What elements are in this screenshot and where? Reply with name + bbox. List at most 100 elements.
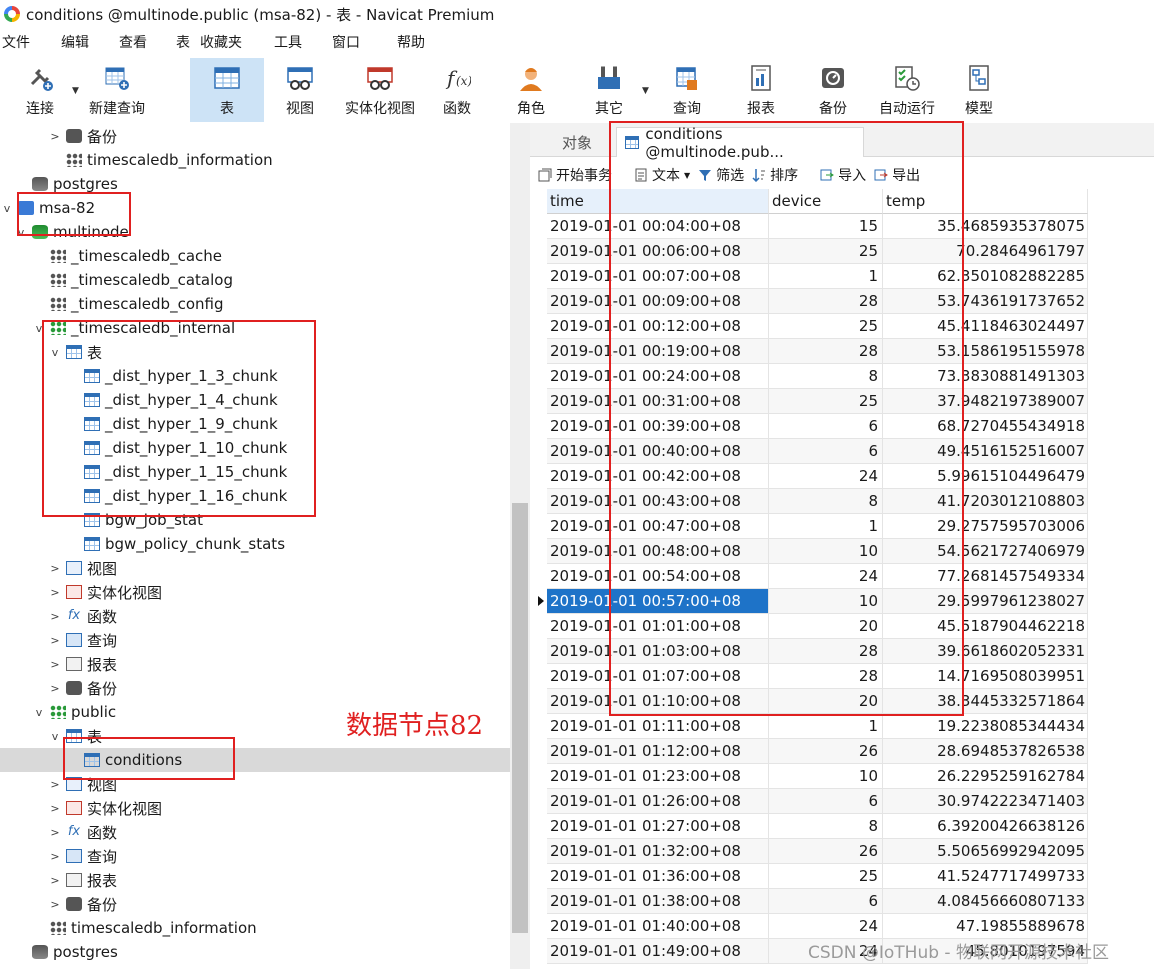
tree-item-tables[interactable]: v表: [48, 724, 102, 748]
report-tool-button[interactable]: 报表: [734, 58, 788, 122]
tree-scrollbar[interactable]: [510, 123, 530, 969]
table-row[interactable]: 2019-01-01 00:43:00+08 8 41.7203012108803: [530, 489, 1090, 514]
row-gutter[interactable]: [530, 514, 547, 539]
tree-item-mviews[interactable]: > 实体化视图: [48, 580, 162, 604]
other-tool-button[interactable]: 其它: [582, 58, 636, 122]
table-cell[interactable]: 41.7203012108803: [883, 489, 1088, 514]
filter-button[interactable]: 筛选: [698, 165, 744, 185]
table-cell[interactable]: 45.4118463024497: [883, 314, 1088, 339]
table-cell[interactable]: 28: [769, 639, 883, 664]
table-cell[interactable]: 10: [769, 764, 883, 789]
row-gutter[interactable]: [530, 889, 547, 914]
table-cell[interactable]: 2019-01-01 00:07:00+08: [547, 264, 769, 289]
menu-view[interactable]: 查看: [119, 32, 147, 52]
table-cell[interactable]: 19.2238085344434: [883, 714, 1088, 739]
table-cell[interactable]: 2019-01-01 01:32:00+08: [547, 839, 769, 864]
table-tool-button[interactable]: 表: [190, 58, 264, 122]
tree-item-queries[interactable]: > 查询: [48, 628, 117, 652]
sort-button[interactable]: 排序: [752, 165, 798, 185]
row-gutter[interactable]: [530, 839, 547, 864]
chevron-right-icon[interactable]: >: [48, 778, 62, 791]
table-cell[interactable]: 35.4685935378075: [883, 214, 1088, 239]
table-cell[interactable]: 2019-01-01 00:48:00+08: [547, 539, 769, 564]
tree-item-tables[interactable]: v表: [48, 340, 102, 364]
table-cell[interactable]: 6.39200426638126: [883, 814, 1088, 839]
chevron-down-icon[interactable]: v: [32, 322, 46, 335]
tree-item-functions[interactable]: > fx 函数: [48, 604, 117, 628]
table-row[interactable]: 2019-01-01 01:32:00+08 26 5.50656992942095: [530, 839, 1090, 864]
table-cell[interactable]: 2019-01-01 01:03:00+08: [547, 639, 769, 664]
tree-item-functions[interactable]: > fx 函数: [48, 820, 117, 844]
table-cell[interactable]: 15: [769, 214, 883, 239]
table-row[interactable]: 2019-01-01 01:38:00+08 6 4.08456660807133: [530, 889, 1090, 914]
table-cell[interactable]: 20: [769, 689, 883, 714]
table-cell[interactable]: 41.5247717499733: [883, 864, 1088, 889]
menu-table[interactable]: 表: [176, 32, 190, 52]
table-cell[interactable]: 2019-01-01 00:54:00+08: [547, 564, 769, 589]
table-cell[interactable]: 2019-01-01 01:38:00+08: [547, 889, 769, 914]
query-tool-button[interactable]: 查询: [660, 58, 714, 122]
table-cell[interactable]: 5.99615104496479: [883, 464, 1088, 489]
text-button[interactable]: 文本 ▼: [634, 165, 690, 185]
row-gutter[interactable]: [530, 264, 547, 289]
table-cell[interactable]: 54.5621727406979: [883, 539, 1088, 564]
tree-item-schema-public[interactable]: v public: [32, 700, 116, 724]
row-gutter[interactable]: [530, 414, 547, 439]
table-cell[interactable]: 6: [769, 789, 883, 814]
table-row[interactable]: 2019-01-01 00:48:00+08 10 54.5621727406979: [530, 539, 1090, 564]
table-cell[interactable]: 37.9482197389007: [883, 389, 1088, 414]
table-row[interactable]: 2019-01-01 01:36:00+08 25 41.5247717499733: [530, 864, 1090, 889]
table-cell[interactable]: 6: [769, 889, 883, 914]
table-cell[interactable]: 39.6618602052331: [883, 639, 1088, 664]
row-gutter[interactable]: [530, 914, 547, 939]
table-row[interactable]: 2019-01-01 00:42:00+08 24 5.99615104496479: [530, 464, 1090, 489]
table-cell[interactable]: 2019-01-01 01:49:00+08: [547, 939, 769, 964]
table-cell[interactable]: 4.08456660807133: [883, 889, 1088, 914]
menu-file[interactable]: 文件: [2, 32, 30, 52]
tree-item-conditions[interactable]: conditions: [0, 748, 510, 772]
table-cell[interactable]: 14.7169508039951: [883, 664, 1088, 689]
tree-item-postgres[interactable]: postgres: [32, 940, 118, 964]
row-gutter[interactable]: [530, 939, 547, 964]
role-tool-button[interactable]: 角色: [506, 58, 556, 122]
table-cell[interactable]: 26: [769, 739, 883, 764]
row-gutter[interactable]: [530, 589, 547, 614]
table-row[interactable]: 2019-01-01 01:03:00+08 28 39.6618602052331: [530, 639, 1090, 664]
chevron-down-icon[interactable]: v: [32, 706, 46, 719]
table-cell[interactable]: 25: [769, 389, 883, 414]
table-cell[interactable]: 26: [769, 839, 883, 864]
tree-item-mviews[interactable]: > 实体化视图: [48, 796, 162, 820]
table-cell[interactable]: 8: [769, 814, 883, 839]
table-cell[interactable]: 2019-01-01 00:47:00+08: [547, 514, 769, 539]
tree-item-reports[interactable]: > 报表: [48, 652, 117, 676]
tree-item-schema-catalog[interactable]: _timescaledb_catalog: [32, 268, 233, 292]
table-cell[interactable]: 2019-01-01 00:06:00+08: [547, 239, 769, 264]
table-cell[interactable]: 1: [769, 514, 883, 539]
row-gutter[interactable]: [530, 489, 547, 514]
table-cell[interactable]: 2019-01-01 01:23:00+08: [547, 764, 769, 789]
row-gutter[interactable]: [530, 539, 547, 564]
table-cell[interactable]: 25: [769, 864, 883, 889]
column-header[interactable]: temp: [883, 189, 1088, 214]
row-gutter[interactable]: [530, 739, 547, 764]
chevron-right-icon[interactable]: >: [48, 802, 62, 815]
table-row[interactable]: 2019-01-01 00:06:00+08 25 70.28464961797: [530, 239, 1090, 264]
table-cell[interactable]: 2019-01-01 00:09:00+08: [547, 289, 769, 314]
table-cell[interactable]: 2019-01-01 01:11:00+08: [547, 714, 769, 739]
table-row[interactable]: 2019-01-01 00:31:00+08 25 37.9482197389007: [530, 389, 1090, 414]
column-header[interactable]: device: [769, 189, 883, 214]
chevron-right-icon[interactable]: >: [48, 634, 62, 647]
table-row[interactable]: 2019-01-01 00:47:00+08 1 29.2757595703006: [530, 514, 1090, 539]
tree-item-backups[interactable]: > 备份: [48, 676, 117, 700]
table-row[interactable]: 2019-01-01 01:26:00+08 6 30.9742223471403: [530, 789, 1090, 814]
table-cell[interactable]: 8: [769, 489, 883, 514]
tree-item-views[interactable]: > 视图: [48, 772, 117, 796]
table-cell[interactable]: 20: [769, 614, 883, 639]
table-cell[interactable]: 28: [769, 289, 883, 314]
row-gutter[interactable]: [530, 864, 547, 889]
materialized-view-tool-button[interactable]: 实体化视图: [340, 58, 420, 122]
chevron-right-icon[interactable]: >: [48, 826, 62, 839]
table-cell[interactable]: 24: [769, 914, 883, 939]
row-gutter[interactable]: [530, 339, 547, 364]
table-row[interactable]: 2019-01-01 00:04:00+08 15 35.4685935378075: [530, 214, 1090, 239]
